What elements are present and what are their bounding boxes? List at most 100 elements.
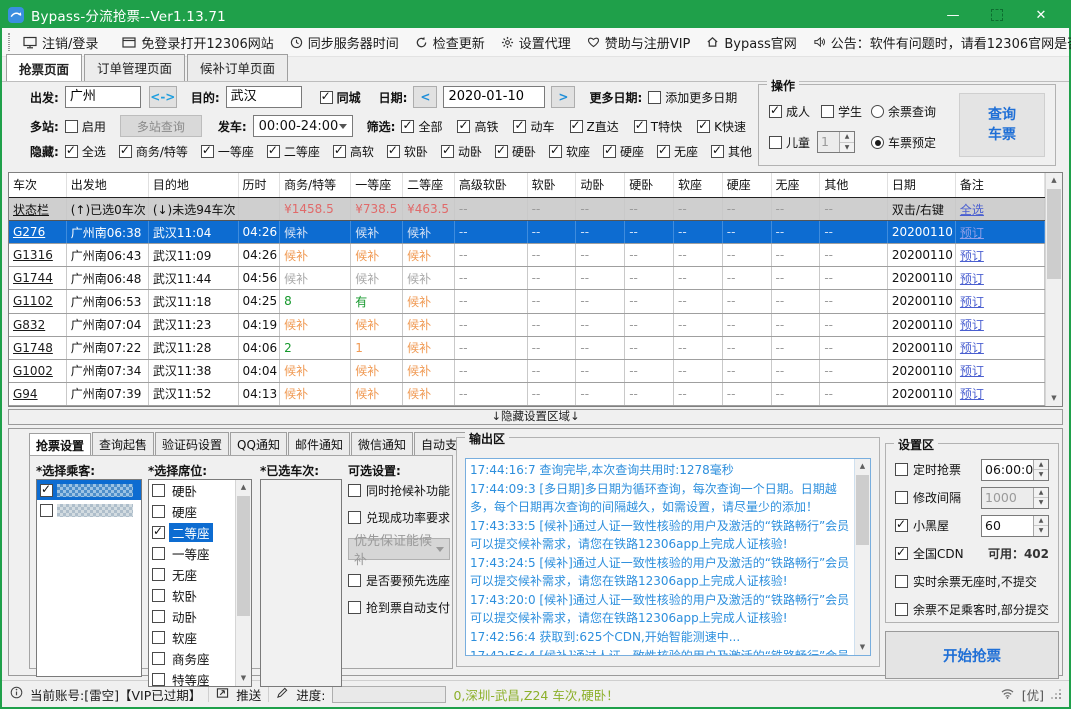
- scrollbar-thumb[interactable]: [237, 496, 250, 616]
- hide-settings-bar[interactable]: ↓隐藏设置区域↓: [8, 409, 1063, 425]
- enable-option[interactable]: 启用: [65, 118, 106, 135]
- seat-checkbox-2[interactable]: [152, 526, 165, 539]
- page-tab-2[interactable]: 候补订单页面: [187, 54, 288, 81]
- hide-checkbox-6[interactable]: [441, 145, 454, 158]
- same-city-checkbox[interactable]: [320, 91, 333, 104]
- train-number-link[interactable]: G1316: [9, 244, 66, 267]
- seat-checkbox-6[interactable]: [152, 610, 165, 623]
- column-header-12[interactable]: 硬座: [722, 173, 771, 198]
- toolbar-item-2[interactable]: 同步服务器时间: [283, 30, 406, 55]
- date-prev-button[interactable]: <: [413, 86, 437, 108]
- toolbar-item-7[interactable]: 公告：软件有问题时，请看12306官网是否正常！: [806, 30, 1071, 55]
- scroll-down-icon[interactable]: ▼: [236, 671, 251, 686]
- ticket-query-radio[interactable]: [871, 105, 884, 118]
- swap-button[interactable]: <->: [149, 86, 177, 108]
- seat-checkbox-1[interactable]: [152, 505, 165, 518]
- settings-checkbox-0[interactable]: [895, 463, 908, 476]
- spinner-arrows[interactable]: ▲▼: [1033, 460, 1048, 480]
- seat-checkbox-5[interactable]: [152, 589, 165, 602]
- seat-option-2[interactable]: 二等座: [149, 522, 235, 543]
- resize-grip[interactable]: [1051, 689, 1061, 699]
- column-header-4[interactable]: 商务/特等: [280, 173, 351, 198]
- passenger-checkbox-0[interactable]: [40, 484, 53, 497]
- book-link[interactable]: 预订: [955, 221, 1044, 244]
- optional-bottom-option-0[interactable]: 是否要预先选座: [348, 574, 452, 588]
- hide-option-5[interactable]: 软卧: [387, 143, 428, 160]
- book-link[interactable]: 预订: [955, 313, 1044, 336]
- train-row-G1748[interactable]: G1748广州南07:22武汉11:2804:0621候补-----------…: [9, 336, 1045, 359]
- passenger-item-0[interactable]: [37, 480, 141, 500]
- seat-list-scrollbar[interactable]: ▲ ▼: [235, 480, 251, 686]
- train-row-G832[interactable]: G832广州南07:04武汉11:2304:19候补候补候补----------…: [9, 313, 1045, 336]
- column-header-13[interactable]: 无座: [771, 173, 820, 198]
- settings-tab-0[interactable]: 抢票设置: [29, 433, 91, 457]
- train-row-G1002[interactable]: G1002广州南07:34武汉11:3804:04候补候补候补---------…: [9, 359, 1045, 382]
- filter-option-0[interactable]: 全部: [401, 118, 442, 135]
- scroll-up-icon[interactable]: ▲: [855, 459, 870, 474]
- hide-option-9[interactable]: 硬座: [603, 143, 644, 160]
- scroll-up-icon[interactable]: ▲: [1046, 173, 1062, 188]
- filter-option-2[interactable]: 动车: [513, 118, 554, 135]
- train-row-G1744[interactable]: G1744广州南06:48武汉11:4404:56候补候补候补---------…: [9, 267, 1045, 290]
- column-header-14[interactable]: 其他: [820, 173, 888, 198]
- passenger-list[interactable]: [36, 479, 142, 677]
- filter-option-3[interactable]: Z直达: [570, 118, 619, 135]
- seat-checkbox-0[interactable]: [152, 484, 165, 497]
- settings-checkbox-2[interactable]: [895, 519, 908, 532]
- child-option[interactable]: 儿童: [769, 134, 810, 151]
- hide-option-4[interactable]: 高软: [333, 143, 374, 160]
- hide-checkbox-3[interactable]: [267, 145, 280, 158]
- book-link[interactable]: 预订: [955, 382, 1044, 405]
- filter-checkbox-5[interactable]: [697, 120, 710, 133]
- start-grab-button[interactable]: 开始抢票: [885, 631, 1059, 679]
- hide-option-10[interactable]: 无座: [657, 143, 698, 160]
- hide-option-1[interactable]: 商务/特等: [119, 143, 188, 160]
- to-input[interactable]: 武汉: [226, 86, 302, 108]
- filter-checkbox-2[interactable]: [513, 120, 526, 133]
- student-option[interactable]: 学生: [821, 103, 862, 120]
- train-number-link[interactable]: G1744: [9, 267, 66, 290]
- train-row-G1102[interactable]: G1102广州南06:53武汉11:1804:258有候补-----------…: [9, 290, 1045, 313]
- filter-option-4[interactable]: T特快: [634, 118, 682, 135]
- settings-tab-1[interactable]: 查询起售: [92, 432, 154, 456]
- optional-bottom-checkbox-0[interactable]: [348, 574, 361, 587]
- page-tab-1[interactable]: 订单管理页面: [84, 54, 185, 81]
- enable-checkbox[interactable]: [65, 120, 78, 133]
- from-input[interactable]: 广州: [65, 86, 141, 108]
- hide-option-6[interactable]: 动卧: [441, 143, 482, 160]
- hide-checkbox-0[interactable]: [65, 145, 78, 158]
- filter-option-1[interactable]: 高铁: [457, 118, 498, 135]
- seat-option-3[interactable]: 一等座: [149, 543, 235, 564]
- train-number-link[interactable]: G1748: [9, 336, 66, 359]
- hide-checkbox-1[interactable]: [119, 145, 132, 158]
- hide-option-8[interactable]: 软座: [549, 143, 590, 160]
- train-row-G94[interactable]: G94广州南07:39武汉11:5204:13候补候补候补-----------…: [9, 382, 1045, 405]
- hide-option-3[interactable]: 二等座: [267, 143, 320, 160]
- seat-option-6[interactable]: 动卧: [149, 606, 235, 627]
- book-link[interactable]: 预订: [955, 267, 1044, 290]
- optional-bottom-checkbox-1[interactable]: [348, 601, 361, 614]
- column-header-1[interactable]: 出发地: [66, 173, 148, 198]
- column-header-16[interactable]: 备注: [955, 173, 1044, 198]
- seat-option-1[interactable]: 硬座: [149, 501, 235, 522]
- hide-option-0[interactable]: 全选: [65, 143, 106, 160]
- child-checkbox[interactable]: [769, 136, 782, 149]
- settings-checkbox-3[interactable]: [895, 547, 908, 560]
- hide-checkbox-4[interactable]: [333, 145, 346, 158]
- toolbar-item-3[interactable]: 检查更新: [408, 30, 492, 55]
- date-next-button[interactable]: >: [551, 86, 575, 108]
- hide-checkbox-8[interactable]: [549, 145, 562, 158]
- output-scrollbar[interactable]: ▲ ▼: [854, 459, 870, 655]
- hide-checkbox-10[interactable]: [657, 145, 670, 158]
- optional-top-option-0[interactable]: 同时抢候补功能: [348, 484, 452, 498]
- seat-option-9[interactable]: 特等座: [149, 669, 235, 686]
- train-number-link[interactable]: G94: [9, 382, 66, 405]
- settings-tab-2[interactable]: 验证码设置: [155, 432, 229, 456]
- settings-tab-3[interactable]: QQ通知: [230, 432, 287, 456]
- optional-top-option-1[interactable]: 兑现成功率要求: [348, 511, 452, 525]
- add-more-dates-option[interactable]: 添加更多日期: [648, 89, 737, 106]
- optional-top-checkbox-0[interactable]: [348, 484, 361, 497]
- hide-option-7[interactable]: 硬卧: [495, 143, 536, 160]
- same-city-option[interactable]: 同城: [320, 89, 361, 106]
- ticket-query-option[interactable]: 余票查询: [871, 103, 936, 120]
